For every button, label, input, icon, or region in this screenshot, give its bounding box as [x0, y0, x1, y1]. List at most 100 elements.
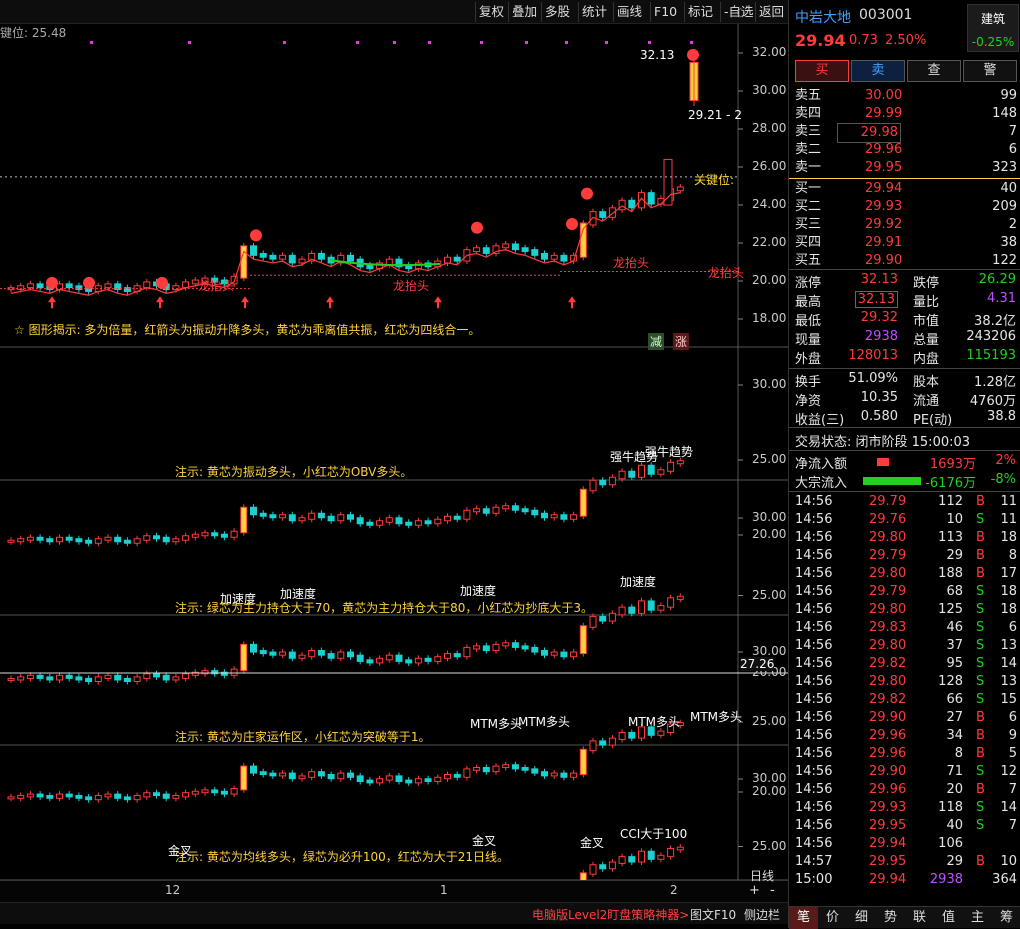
candle — [269, 252, 277, 263]
sidebar-button[interactable]: 侧边栏 — [744, 906, 780, 923]
stat-value: 2938 — [864, 329, 898, 344]
flow-label: 净流入额 — [795, 457, 848, 472]
bid-row[interactable]: 买五 29.90 122 — [789, 252, 1020, 270]
candle — [94, 673, 102, 685]
candle — [327, 771, 335, 782]
tick-time: 14:56 — [795, 728, 833, 743]
tick-price: 29.90 — [869, 764, 907, 779]
tick-price: 29.96 — [869, 746, 907, 761]
candle — [414, 517, 422, 529]
candle — [65, 534, 73, 544]
candle — [298, 652, 306, 662]
toolbar-4[interactable]: 画线 — [613, 2, 645, 22]
signal-badge-icon — [250, 229, 262, 242]
toolbar-0[interactable]: 复权 — [475, 2, 507, 22]
action-button-1[interactable]: 卖 — [851, 60, 905, 82]
tick-price: 29.80 — [869, 674, 907, 689]
candle — [230, 785, 238, 798]
diamond-icon[interactable]: ◇ — [733, 2, 749, 22]
bottom-tab-2[interactable]: 细 — [847, 907, 876, 929]
toolbar-8[interactable]: 返回 — [755, 2, 787, 22]
stat-label: 净资 — [795, 394, 822, 409]
signal-badge-icon — [471, 221, 483, 234]
tick-time: 14:56 — [795, 710, 833, 725]
bottom-tab-5[interactable]: 值 — [934, 907, 963, 929]
tick-row: 14:56 29.96 20 B 7 — [789, 781, 1020, 799]
candle — [298, 772, 306, 782]
flow-bar — [863, 477, 921, 485]
bottom-tab-4[interactable]: 联 — [905, 907, 934, 929]
ask-row[interactable]: 卖三 29.98 7 — [789, 123, 1020, 143]
signal-badge-icon — [156, 276, 168, 289]
candle — [473, 764, 481, 774]
period-label[interactable]: 日线 — [750, 867, 774, 884]
action-button-2[interactable]: 查 — [907, 60, 961, 82]
bid-row[interactable]: 买四 29.91 38 — [789, 234, 1020, 252]
candle — [26, 534, 34, 544]
action-button-3[interactable]: 警 — [963, 60, 1017, 82]
candle — [541, 250, 548, 263]
candle — [657, 602, 665, 614]
candle — [56, 534, 63, 545]
ask-row[interactable]: 卖一 29.95 323 — [789, 159, 1020, 177]
signal-dot — [690, 41, 693, 44]
y-tick-label: 30.00 — [752, 377, 787, 391]
promo-link[interactable]: 电脑版Level2盯盘策略神器> — [532, 906, 689, 923]
signal-dot — [90, 41, 93, 44]
toolbar-1[interactable]: 叠加 — [508, 2, 540, 22]
stock-name[interactable]: 中岩大地 — [795, 7, 851, 27]
toolbar-3[interactable]: 统计 — [578, 2, 610, 22]
sector-box[interactable]: 建筑 -0.25% — [967, 4, 1019, 52]
candle — [250, 763, 257, 777]
zoom-in-button[interactable]: + — [749, 883, 760, 898]
ask-price: 29.98 — [837, 123, 901, 143]
tick-row: 14:56 29.80 188 B 17 — [789, 565, 1020, 583]
toolbar-5[interactable]: F10 — [650, 2, 680, 22]
candle — [444, 771, 451, 782]
candle — [46, 792, 54, 802]
toolbar-6[interactable]: 标记 — [684, 2, 716, 22]
indicator-label: 金叉 — [580, 836, 605, 850]
bid-row[interactable]: 买二 29.93 209 — [789, 198, 1020, 216]
signal-badge-icon — [566, 218, 578, 230]
action-button-0[interactable]: 买 — [795, 60, 849, 82]
bid-price: 29.92 — [865, 217, 903, 232]
stat-value: 26.29 — [978, 272, 1016, 287]
tick-volume: 66 — [946, 692, 963, 707]
toolbar-2[interactable]: 多股 — [541, 2, 573, 22]
candle — [424, 775, 432, 785]
candle — [414, 655, 422, 666]
ask-row[interactable]: 卖二 29.96 6 — [789, 141, 1020, 159]
stat-value: 243206 — [966, 329, 1016, 344]
red-arrow-icon — [241, 296, 249, 309]
bid-price: 29.90 — [865, 253, 903, 268]
ask-price: 29.95 — [865, 160, 903, 175]
signal-dot — [565, 41, 568, 44]
tick-count: 11 — [1000, 512, 1017, 527]
bottom-tab-0[interactable]: 笔 — [789, 907, 818, 929]
bid-volume: 209 — [992, 199, 1017, 214]
candle — [7, 675, 15, 683]
indicator-label: 加速度 — [220, 592, 257, 606]
candle — [618, 729, 626, 743]
candle — [308, 768, 316, 781]
candle — [599, 208, 607, 221]
candle — [259, 510, 267, 520]
tick-time: 14:56 — [795, 530, 833, 545]
bid-row[interactable]: 买三 29.92 2 — [789, 216, 1020, 234]
bottom-tab-3[interactable]: 势 — [876, 907, 905, 929]
tick-volume: 2938 — [929, 872, 963, 887]
bid-row[interactable]: 买一 29.94 40 — [789, 180, 1020, 198]
high-annotation: 32.13 — [640, 48, 675, 62]
divider — [789, 427, 1020, 428]
ask-row[interactable]: 卖四 29.99 148 — [789, 105, 1020, 123]
bottom-tab-7[interactable]: 筹 — [992, 907, 1020, 929]
candle — [521, 244, 529, 255]
f10-button[interactable]: 图文F10 — [690, 906, 736, 923]
kline-chart-area[interactable]: 32.00 30.00 28.00 26.00 24.00 22.00 20.00 18.00… — [0, 24, 788, 920]
bottom-tab-6[interactable]: 主 — [963, 907, 992, 929]
ask-row[interactable]: 卖五 30.00 99 — [789, 87, 1020, 105]
candle — [405, 519, 413, 529]
zoom-out-button[interactable]: - — [770, 883, 775, 898]
bottom-tab-1[interactable]: 价 — [818, 907, 847, 929]
